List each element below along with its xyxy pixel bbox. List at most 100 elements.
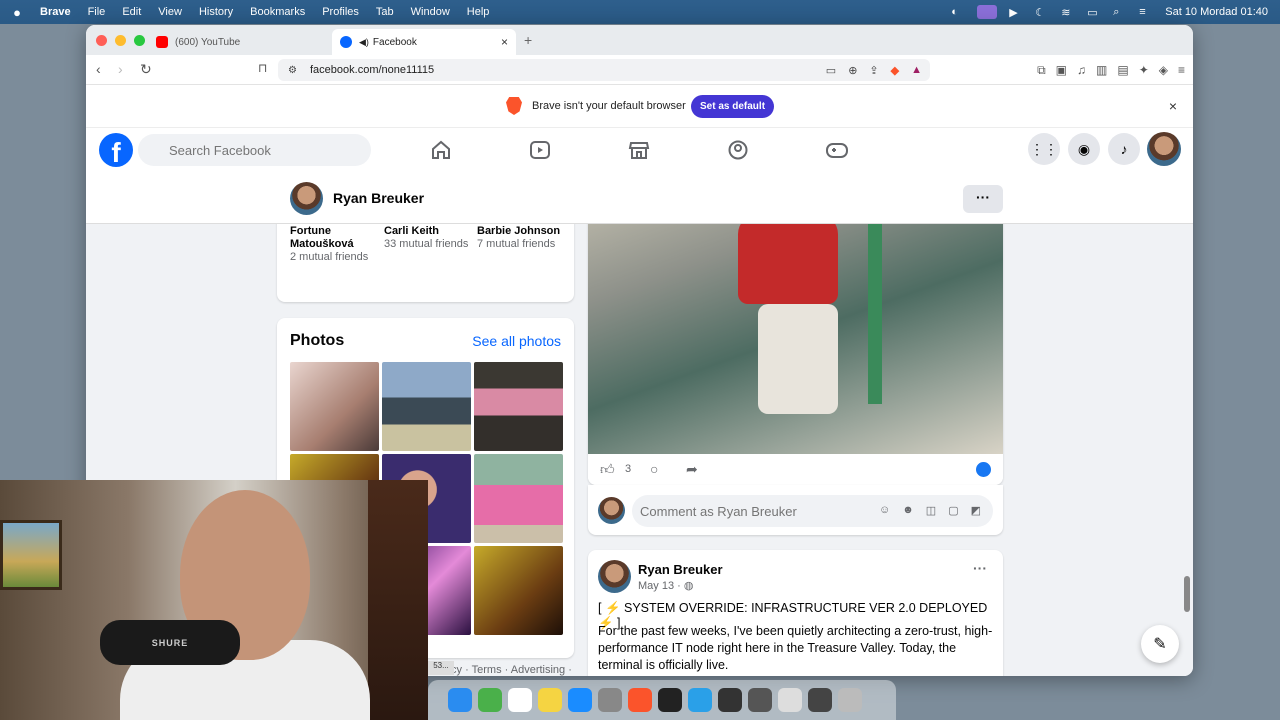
menu-history[interactable]: History bbox=[199, 6, 233, 18]
commenter-avatar[interactable] bbox=[598, 497, 625, 524]
notes-icon[interactable] bbox=[538, 688, 562, 712]
calendar-icon[interactable] bbox=[508, 688, 532, 712]
menu-tab[interactable]: Tab bbox=[376, 6, 394, 18]
site-info-icon[interactable]: ⚙ bbox=[288, 65, 297, 76]
reload-icon[interactable]: ↻ bbox=[140, 61, 152, 78]
friend-mutual[interactable]: 2 mutual friends bbox=[290, 251, 380, 264]
back-icon[interactable]: ‹ bbox=[96, 61, 101, 77]
home-icon[interactable] bbox=[430, 140, 452, 160]
terminal-icon[interactable] bbox=[658, 688, 682, 712]
wifi-icon[interactable]: ≋ bbox=[1061, 6, 1075, 19]
system-settings-icon[interactable] bbox=[598, 688, 622, 712]
photo-thumbnail[interactable] bbox=[382, 362, 471, 451]
photo-thumbnail[interactable] bbox=[474, 546, 563, 635]
gaming-icon[interactable] bbox=[826, 140, 848, 160]
profile-more-button[interactable]: ··· bbox=[963, 185, 1003, 213]
menu-window[interactable]: Window bbox=[411, 6, 450, 18]
url-text[interactable]: facebook.com/none11115 bbox=[310, 64, 434, 76]
menu-grid-icon[interactable]: ⋮⋮ bbox=[1028, 133, 1060, 165]
zoom-icon[interactable]: ⊕ bbox=[848, 64, 857, 77]
spotlight-icon[interactable]: ⌕ bbox=[1113, 6, 1127, 18]
maps-icon[interactable] bbox=[478, 688, 502, 712]
messenger-icon[interactable]: ◉ bbox=[1068, 133, 1100, 165]
friend-name[interactable]: Carli Keith bbox=[384, 225, 474, 238]
friend-item[interactable]: Barbie Johnson 7 mutual friends bbox=[477, 194, 567, 251]
post-author[interactable]: Ryan Breuker bbox=[638, 562, 723, 577]
groups-icon[interactable] bbox=[727, 140, 749, 160]
speaker-icon[interactable]: ◀) bbox=[359, 37, 369, 48]
tab-search-icon[interactable]: ▣ bbox=[1056, 63, 1067, 78]
wallet-icon[interactable]: ▤ bbox=[1117, 63, 1128, 78]
photo-thumbnail[interactable] bbox=[474, 454, 563, 543]
notifications-bell-icon[interactable]: ♪ bbox=[1108, 133, 1140, 165]
like-icon[interactable]: 👍︎ bbox=[600, 461, 615, 478]
profile-avatar[interactable] bbox=[290, 182, 323, 215]
zoom-window-button[interactable] bbox=[134, 35, 145, 46]
new-tab-icon[interactable]: + bbox=[524, 32, 532, 48]
play-icon[interactable]: ▶ bbox=[1009, 6, 1023, 19]
menu-app[interactable]: Brave bbox=[40, 6, 71, 18]
post-date-text[interactable]: May 13 · bbox=[638, 580, 681, 592]
profile-name[interactable]: Ryan Breuker bbox=[333, 190, 424, 206]
friend-item[interactable]: Fortune Matoušková 2 mutual friends bbox=[290, 194, 380, 264]
sticker-icon[interactable]: ◩ bbox=[971, 504, 981, 517]
app-store-icon[interactable] bbox=[568, 688, 592, 712]
sidebar-icon[interactable]: ▥ bbox=[1096, 63, 1107, 78]
post-date[interactable]: May 13 · ◍ bbox=[638, 579, 693, 592]
photo-thumbnail[interactable] bbox=[290, 362, 379, 451]
cast-icon[interactable]: ▭ bbox=[826, 64, 836, 77]
menu-file[interactable]: File bbox=[88, 6, 106, 18]
close-tab-icon[interactable]: × bbox=[501, 35, 508, 49]
friend-name[interactable]: Barbie Johnson bbox=[477, 225, 567, 238]
menu-profiles[interactable]: Profiles bbox=[322, 6, 359, 18]
menu-help[interactable]: Help bbox=[467, 6, 490, 18]
apple-menu-icon[interactable]: ● bbox=[10, 5, 24, 20]
video-icon[interactable] bbox=[529, 140, 551, 160]
gif-icon[interactable]: ▢ bbox=[948, 504, 958, 517]
quicktime-icon[interactable] bbox=[688, 688, 712, 712]
clock[interactable]: Sat 10 Mordad 01:40 bbox=[1165, 6, 1268, 18]
tab-youtube[interactable]: (600) YouTube bbox=[148, 29, 332, 55]
friend-name[interactable]: Fortune Matoušková bbox=[290, 225, 380, 251]
friend-mutual[interactable]: 7 mutual friends bbox=[477, 238, 567, 251]
atom-icon[interactable] bbox=[748, 688, 772, 712]
set-default-button[interactable]: Set as default bbox=[691, 95, 775, 118]
tab-facebook[interactable]: ◀) Facebook × bbox=[332, 29, 516, 55]
photos-title[interactable]: Photos bbox=[290, 332, 344, 350]
media-icon[interactable]: ♫ bbox=[1077, 63, 1086, 78]
camera-icon[interactable]: ◫ bbox=[926, 504, 936, 517]
address-bar[interactable]: ⚙ facebook.com/none11115 ▭ ⊕ ⇪ ◆ ▲ bbox=[278, 59, 930, 81]
moon-icon[interactable]: ☾ bbox=[1035, 6, 1049, 19]
trash-icon[interactable] bbox=[838, 688, 862, 712]
like-reaction-icon[interactable] bbox=[976, 462, 991, 477]
control-center-icon[interactable]: ≡ bbox=[1139, 6, 1153, 18]
menu-icon[interactable]: ≡ bbox=[1178, 63, 1185, 78]
vpn-shield-icon[interactable]: ◈ bbox=[1159, 63, 1168, 78]
leo-ai-icon[interactable]: ✦ bbox=[1139, 63, 1149, 78]
screen-icon[interactable] bbox=[808, 688, 832, 712]
close-window-button[interactable] bbox=[96, 35, 107, 46]
photo-thumbnail[interactable] bbox=[474, 362, 563, 451]
safari-icon[interactable] bbox=[448, 688, 472, 712]
extensions-icon[interactable]: ⧉ bbox=[1037, 63, 1046, 78]
share-icon[interactable]: ➦ bbox=[686, 461, 698, 478]
post-more-icon[interactable]: ··· bbox=[973, 560, 987, 576]
brave-icon[interactable] bbox=[628, 688, 652, 712]
minimize-window-button[interactable] bbox=[115, 35, 126, 46]
menu-view[interactable]: View bbox=[158, 6, 182, 18]
friend-item[interactable]: Carli Keith 33 mutual friends bbox=[384, 194, 474, 251]
activity-monitor-icon[interactable] bbox=[718, 688, 742, 712]
marketplace-icon[interactable] bbox=[628, 140, 650, 160]
close-notice-icon[interactable]: × bbox=[1169, 98, 1177, 114]
avatar-sticker-icon[interactable]: ☺ bbox=[879, 504, 890, 517]
menu-edit[interactable]: Edit bbox=[122, 6, 141, 18]
menu-bookmarks[interactable]: Bookmarks bbox=[250, 6, 305, 18]
facebook-logo-icon[interactable]: f bbox=[99, 133, 133, 167]
bookmark-icon[interactable]: ⊓ bbox=[258, 61, 267, 75]
share-icon[interactable]: ⇪ bbox=[869, 64, 878, 77]
like-count[interactable]: 3 bbox=[625, 463, 631, 475]
friend-mutual[interactable]: 33 mutual friends bbox=[384, 238, 474, 251]
comment-icon[interactable]: ○ bbox=[650, 461, 658, 477]
post-author-avatar[interactable] bbox=[598, 560, 631, 593]
account-avatar[interactable] bbox=[1147, 132, 1181, 166]
